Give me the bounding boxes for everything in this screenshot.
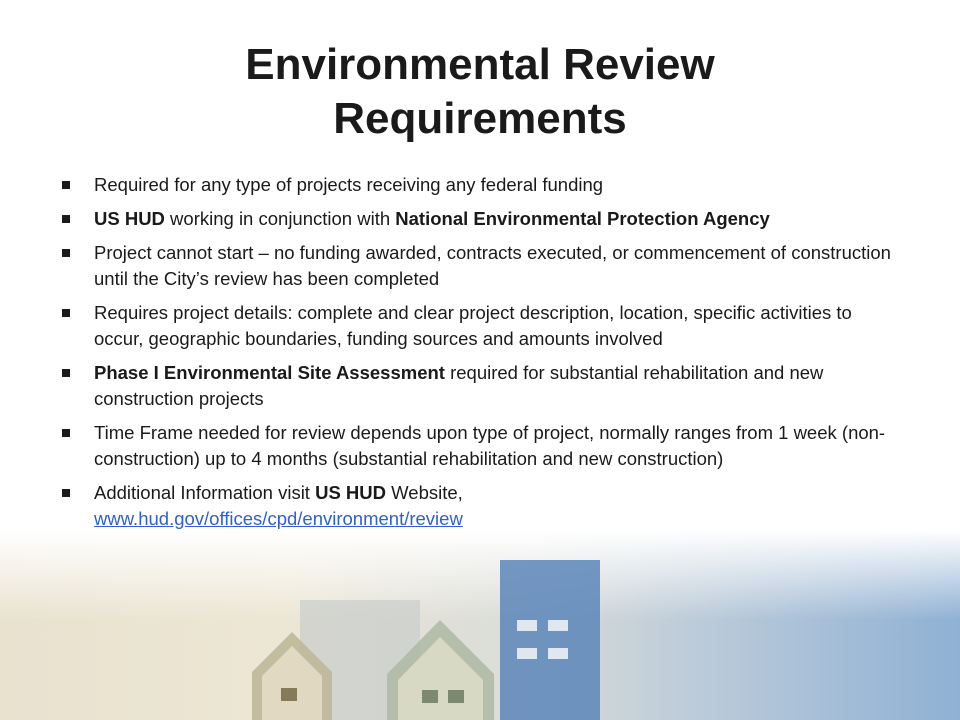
bullet-square-icon [62, 309, 70, 317]
bullet-bold-text: National Environmental Protection Agency [395, 208, 770, 229]
bullet-item: Time Frame needed for review depends upo… [62, 420, 902, 472]
bullet-square-icon [62, 429, 70, 437]
bullet-text: Requires project details: complete and c… [94, 302, 852, 349]
hud-environment-review-link[interactable]: www.hud.gov/offices/cpd/environment/revi… [94, 508, 463, 529]
bullet-square-icon [62, 369, 70, 377]
bullet-list: Required for any type of projects receiv… [62, 172, 902, 540]
bullet-text: Required for any type of projects receiv… [94, 174, 604, 195]
bullet-text: Additional Information visit [94, 482, 316, 503]
bullet-item: Required for any type of projects receiv… [62, 172, 902, 198]
bullet-text: working in conjunction with [164, 208, 396, 229]
bullet-item: US HUD working in conjunction with Natio… [62, 206, 902, 232]
bullet-text: Website, [386, 482, 463, 503]
bullet-square-icon [62, 215, 70, 223]
bullet-item: Additional Information visit US HUD Webs… [62, 480, 902, 532]
bullet-square-icon [62, 181, 70, 189]
bullet-bold-text: Phase I Environmental Site Assessment [94, 362, 445, 383]
bullet-item: Requires project details: complete and c… [62, 300, 902, 352]
bullet-square-icon [62, 489, 70, 497]
slide-title: Environmental Review Requirements [0, 38, 960, 146]
bullet-text: Time Frame needed for review depends upo… [94, 422, 886, 469]
bullet-bold-text: US HUD [94, 208, 165, 229]
title-line-2: Requirements [333, 94, 627, 143]
bullet-item: Project cannot start – no funding awarde… [62, 240, 902, 292]
bullet-square-icon [62, 249, 70, 257]
title-line-1: Environmental Review [245, 40, 715, 89]
bullet-item: Phase I Environmental Site Assessment re… [62, 360, 902, 412]
bullet-bold-text: US HUD [315, 482, 387, 503]
bullet-text: Project cannot start – no funding awarde… [94, 242, 891, 289]
